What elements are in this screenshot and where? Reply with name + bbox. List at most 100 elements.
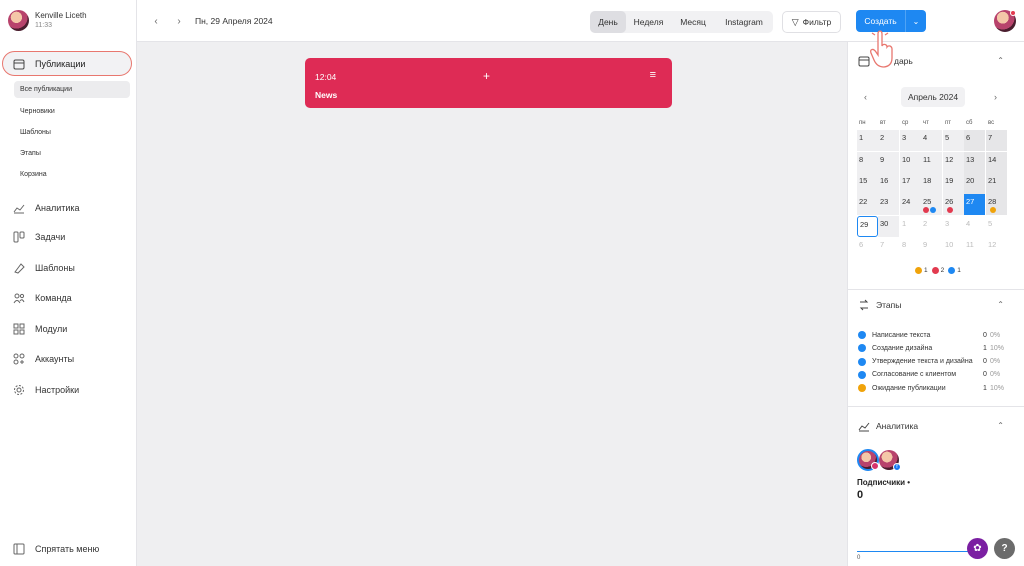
stage-count: 0: [983, 331, 987, 339]
tab-month[interactable]: Месяц: [671, 11, 715, 33]
calendar-day[interactable]: 29: [857, 216, 878, 237]
team-icon: [13, 292, 25, 304]
current-date: Пн, 29 Апреля 2024: [195, 16, 273, 26]
calendar-day[interactable]: 8: [900, 237, 921, 258]
sidebar-item-accounts[interactable]: Аккаунты: [13, 351, 74, 367]
calendar-month[interactable]: Апрель 2024: [901, 87, 965, 107]
sidebar-subitem-trash[interactable]: Корзина: [14, 166, 130, 183]
calendar-day[interactable]: 3: [900, 130, 921, 151]
stage-item[interactable]: Утверждение текста и дизайна 0 0%: [858, 356, 1018, 368]
calendar-day[interactable]: 25: [921, 194, 942, 215]
calendar-day[interactable]: 1: [900, 216, 921, 237]
facebook-account-avatar[interactable]: f: [879, 450, 901, 471]
profile[interactable]: Kenville Liceth 11:33: [8, 10, 87, 31]
calendar-day[interactable]: 28: [986, 194, 1007, 215]
calendar-day[interactable]: 26: [943, 194, 964, 215]
calendar-day[interactable]: 22: [857, 194, 878, 215]
stage-dot: [858, 331, 866, 339]
calendar-weekday: чт: [923, 120, 929, 126]
prev-day-button[interactable]: ‹: [150, 15, 162, 27]
calendar-day[interactable]: 9: [878, 152, 899, 173]
tab-instagram[interactable]: Instagram: [715, 11, 773, 33]
menu-icon[interactable]: ≡: [650, 69, 656, 81]
calendar-day[interactable]: 19: [943, 173, 964, 194]
stage-item[interactable]: Ожидание публикации 1 10%: [858, 382, 1018, 394]
tab-week[interactable]: Неделя: [626, 11, 671, 33]
sidebar-subitem-all[interactable]: Все публикации: [14, 81, 130, 98]
analytics-section-header[interactable]: Аналитика: [858, 420, 918, 432]
calendar-day[interactable]: 23: [878, 194, 899, 215]
filter-button[interactable]: ▽ Фильтр: [782, 11, 841, 33]
sidebar-item-settings[interactable]: Настройки: [13, 382, 79, 398]
calendar-day[interactable]: 17: [900, 173, 921, 194]
help-button[interactable]: ?: [994, 538, 1015, 559]
calendar-day[interactable]: 12: [943, 152, 964, 173]
calendar-day[interactable]: 13: [964, 152, 985, 173]
collapse-menu-button[interactable]: Спрятать меню: [13, 541, 99, 557]
calendar-day[interactable]: 10: [943, 237, 964, 258]
next-day-button[interactable]: ›: [173, 15, 185, 27]
sidebar-item-modules[interactable]: Модули: [13, 321, 67, 337]
calendar-day[interactable]: 3: [943, 216, 964, 237]
sidebar-item-analytics[interactable]: Аналитика: [13, 200, 80, 216]
calendar-day[interactable]: 15: [857, 173, 878, 194]
stage-label: Создание дизайна: [872, 344, 933, 352]
stages-section-header[interactable]: Этапы: [858, 299, 901, 311]
calendar-weekday: вт: [880, 120, 886, 126]
calendar-day[interactable]: 6: [964, 130, 985, 151]
chevron-right-icon: ›: [177, 15, 181, 27]
calendar-day[interactable]: 4: [964, 216, 985, 237]
stage-item[interactable]: Согласование с клиентом 0 0%: [858, 369, 1018, 381]
calendar-day[interactable]: 21: [986, 173, 1007, 194]
tab-day[interactable]: День: [590, 11, 626, 33]
calendar-day[interactable]: 6: [857, 237, 878, 258]
settings-fab-button[interactable]: ✿: [967, 538, 988, 559]
add-icon[interactable]: +: [483, 69, 490, 83]
calendar-day[interactable]: 2: [921, 216, 942, 237]
calendar-day[interactable]: 5: [986, 216, 1007, 237]
calendar-day[interactable]: 1: [857, 130, 878, 151]
event-card[interactable]: 12:04 News + ≡: [305, 58, 672, 108]
stage-label: Утверждение текста и дизайна: [872, 358, 973, 366]
calendar-day[interactable]: 7: [986, 130, 1007, 151]
calendar-day[interactable]: 30: [878, 216, 899, 237]
create-button[interactable]: Создать: [856, 10, 906, 32]
calendar-day[interactable]: 16: [878, 173, 899, 194]
calendar-next-button[interactable]: ›: [994, 92, 997, 102]
stage-item[interactable]: Создание дизайна 1 10%: [858, 342, 1018, 354]
calendar-day[interactable]: 27: [964, 194, 985, 215]
calendar-day[interactable]: 11: [964, 237, 985, 258]
stage-count: 0: [983, 358, 987, 366]
instagram-account-avatar[interactable]: [857, 449, 879, 471]
calendar-day[interactable]: 20: [964, 173, 985, 194]
sidebar-subitem-templates[interactable]: Шаблоны: [14, 124, 130, 141]
calendar-day[interactable]: 11: [921, 152, 942, 173]
calendar-day[interactable]: 12: [986, 237, 1007, 258]
user-avatar[interactable]: [994, 10, 1016, 32]
calendar-day[interactable]: 2: [878, 130, 899, 151]
calendar-day[interactable]: 9: [921, 237, 942, 258]
stages-collapse-icon[interactable]: ⌃: [997, 300, 1004, 309]
filter-icon: ▽: [791, 16, 799, 27]
stage-item[interactable]: Написание текста 0 0%: [858, 329, 1018, 341]
avatar[interactable]: [8, 10, 29, 31]
calendar-day[interactable]: 4: [921, 130, 942, 151]
calendar-day[interactable]: 14: [986, 152, 1007, 173]
calendar-day[interactable]: 10: [900, 152, 921, 173]
sidebar-item-publications[interactable]: Публикации: [2, 51, 132, 76]
create-button-group: Создать ⌄: [856, 10, 926, 32]
calendar-collapse-icon[interactable]: ⌃: [997, 56, 1004, 65]
calendar-day[interactable]: 5: [943, 130, 964, 151]
create-dropdown-button[interactable]: ⌄: [906, 10, 926, 32]
calendar-day[interactable]: 24: [900, 194, 921, 215]
sidebar-subitem-drafts[interactable]: Черновики: [14, 103, 130, 120]
calendar-day[interactable]: 7: [878, 237, 899, 258]
sidebar-item-team[interactable]: Команда: [13, 290, 72, 306]
calendar-day[interactable]: 18: [921, 173, 942, 194]
sidebar-subitem-stages[interactable]: Этапы: [14, 145, 130, 162]
calendar-day[interactable]: 8: [857, 152, 878, 173]
calendar-prev-button[interactable]: ‹: [864, 92, 867, 102]
sidebar-item-templates[interactable]: Шаблоны: [13, 260, 75, 276]
analytics-collapse-icon[interactable]: ⌃: [997, 421, 1004, 430]
sidebar-item-tasks[interactable]: Задачи: [13, 229, 65, 245]
